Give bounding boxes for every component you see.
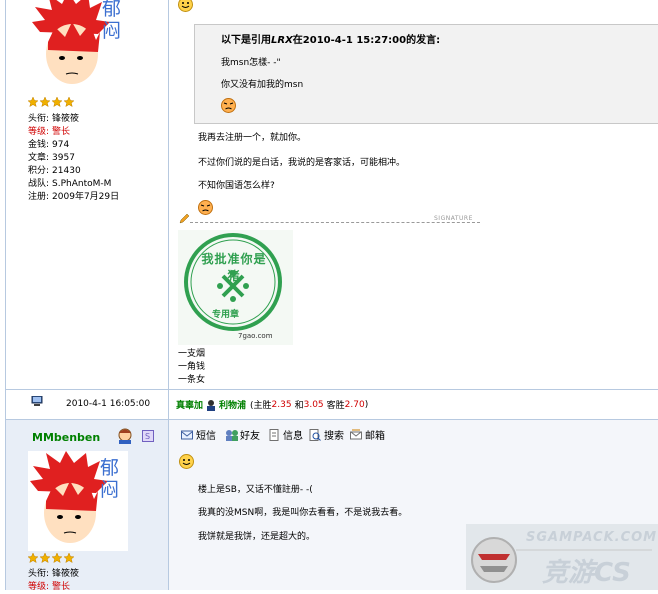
- bet-info: 真辜加 利物浦 (主胜 2.35 和 3.05 客胜 2.70 ): [176, 398, 368, 411]
- angry-face-icon: [198, 200, 213, 215]
- avatar-caption: 郁闷: [102, 0, 122, 42]
- quote-header: 以下是引用LRX在2010-4-1 15:27:00的发言:: [221, 35, 441, 46]
- odds-draw: 3.05: [303, 399, 324, 410]
- user-info-row: 头衔: 锋筱筱: [28, 568, 79, 581]
- odds-label-draw: 和: [294, 401, 304, 411]
- watermark-logo: SGAMPACK.COM 竞游CS: [466, 524, 658, 590]
- info-value: 21430: [52, 166, 81, 176]
- signature-line: 一支烟: [178, 349, 206, 359]
- info-value: 3957: [52, 153, 75, 163]
- post-line: 不过你们说的是白话，我说的是客家话，可能相冲。: [198, 158, 406, 168]
- user-info-row: 注册: 2009年7月29日: [28, 191, 119, 204]
- post-line: 我饼就是我饼，还是超大的。: [198, 532, 316, 542]
- team-a[interactable]: 真辜加: [176, 398, 203, 411]
- quote-user[interactable]: LRX: [271, 35, 293, 46]
- rank-stars: [28, 97, 74, 107]
- quote-block: 以下是引用LRX在2010-4-1 15:27:00的发言: 我msn怎樣- -…: [194, 24, 658, 124]
- post-line: 不知你国语怎么样?: [198, 181, 275, 191]
- info-label: 等级:: [28, 582, 50, 592]
- info-label: 战队:: [28, 179, 50, 189]
- info-label: 等级:: [28, 127, 50, 137]
- quote-line: 我msn怎樣- -": [221, 58, 281, 68]
- odds-label-main: (主胜: [250, 401, 272, 411]
- computer-icon[interactable]: [31, 395, 43, 410]
- team-icon: [205, 399, 217, 411]
- mail-icon: [350, 429, 362, 441]
- info-value: 锋筱筱: [52, 114, 80, 124]
- user-info-row: 头衔: 锋筱筱: [28, 113, 119, 126]
- gender-icon: [116, 428, 134, 447]
- post-line: 我真的没MSN啊，我是叫你去看看，不是说我去看。: [198, 508, 408, 518]
- info-value: 警长: [52, 582, 71, 592]
- user-info-row: 文章: 3957: [28, 152, 119, 165]
- post-divider-top: [5, 389, 658, 390]
- info-label: 文章:: [28, 153, 50, 163]
- mail-button[interactable]: 邮箱: [350, 427, 385, 442]
- info-value: 锋筱筱: [52, 569, 80, 579]
- message-icon: [181, 429, 193, 441]
- odds-label-away: 客胜: [326, 401, 345, 411]
- smile-icon: [178, 0, 193, 12]
- post-line: 我再去注册一个，就加你。: [198, 133, 307, 143]
- watermark-top: SGAMPACK.COM: [526, 530, 658, 545]
- user-info-row: 等级: 警长: [28, 581, 79, 594]
- rank-stars: [27, 552, 75, 566]
- signature-divider: [190, 222, 480, 223]
- info-button[interactable]: 信息: [268, 427, 303, 442]
- user-avatar[interactable]: 郁闷: [30, 0, 130, 92]
- post-time: 2010-4-1 16:05:00: [66, 399, 151, 409]
- user-info-row: 金钱: 974: [28, 139, 119, 152]
- search-button[interactable]: 搜索: [309, 427, 344, 442]
- username[interactable]: MMbenben: [32, 431, 100, 444]
- info-label: 金钱:: [28, 140, 50, 150]
- stamp-source: 7gao.com: [238, 332, 273, 340]
- user-info-list: 头衔: 锋筱筱 等级: 警长 金钱: 974 文章: 3957 积分: 21430 战队: S.PhA…: [28, 113, 119, 204]
- odds-close: ): [364, 399, 369, 410]
- info-label: 头衔:: [28, 114, 50, 124]
- smile-icon: [179, 454, 194, 469]
- user-avatar[interactable]: 郁闷: [28, 451, 128, 551]
- signature-label: SIGNATURE: [434, 215, 473, 222]
- document-icon: [268, 428, 280, 441]
- signature-line: 一条女: [178, 375, 206, 385]
- stamp-sub: 专用章: [212, 310, 240, 320]
- odds-main: 2.35: [271, 399, 292, 410]
- watermark-bottom: 竞游CS: [542, 558, 631, 588]
- avatar-caption: 郁闷: [100, 457, 120, 501]
- info-value: S.PhAntoM-M: [52, 179, 112, 189]
- user-info-row: 战队: S.PhAntoM-M: [28, 178, 119, 191]
- info-value: 974: [52, 140, 70, 150]
- user-info-list: 头衔: 锋筱筱 等级: 警长: [28, 568, 79, 594]
- post-line: 楼上是SB，又话不懂註册- -(: [198, 485, 313, 495]
- user-info-row: 积分: 21430: [28, 165, 119, 178]
- stamp-image: 我批准你是猪 专用章 7gao.com: [178, 230, 293, 345]
- friends-icon: [225, 429, 238, 441]
- pencil-icon: [179, 213, 190, 227]
- quote-line: 你又没有加我的msn: [221, 80, 304, 90]
- info-label: 积分:: [28, 166, 50, 176]
- odds-away: 2.70: [344, 399, 365, 410]
- info-label: 注册:: [28, 192, 50, 202]
- search-icon: [309, 428, 321, 441]
- angry-face-icon: [221, 98, 236, 113]
- info-value: 警长: [52, 127, 71, 137]
- online-status-icon[interactable]: S: [142, 430, 154, 445]
- svg-text:S: S: [145, 432, 150, 441]
- user-info-row: 等级: 警长: [28, 126, 119, 139]
- info-value: 2009年7月29日: [52, 192, 120, 202]
- message-button[interactable]: 短信: [181, 427, 216, 442]
- signature-line: 一角钱: [178, 362, 206, 372]
- team-b[interactable]: 利物浦: [219, 398, 246, 411]
- stamp-text: 我批准你是猪: [201, 252, 267, 283]
- info-label: 头衔:: [28, 569, 50, 579]
- friend-button[interactable]: 好友: [225, 427, 260, 442]
